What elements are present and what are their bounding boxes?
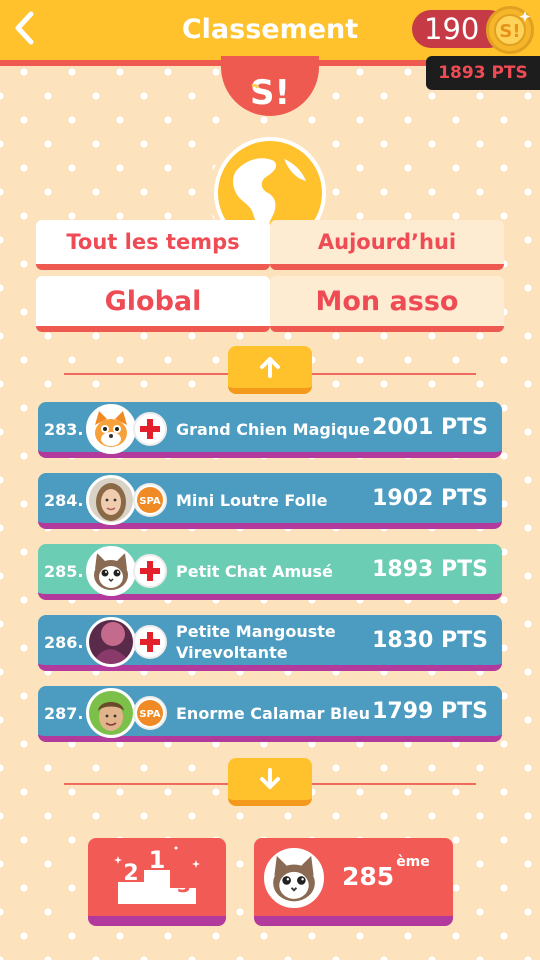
svg-text:S!: S! <box>250 73 290 113</box>
ranking-row-current-user[interactable]: 285. Petit Chat Amusé 1893 PTS <box>38 544 502 600</box>
player-points: 1902 PTS <box>372 486 488 511</box>
my-avatar <box>264 848 324 908</box>
points-badge: 1893 PTS <box>426 56 540 90</box>
app-logo: S! <box>221 56 319 116</box>
ranking-row[interactable]: 287. SPA Enorme Calamar Bleu 1799 PTS <box>38 686 502 742</box>
tab-global[interactable]: Global <box>36 276 270 332</box>
ranking-row[interactable]: 286. Petite Mangouste Virevoltante 1830 … <box>38 615 502 671</box>
my-rank-value: 285 <box>342 862 395 891</box>
rank-number: 287. <box>44 704 84 723</box>
photo-boy-avatar <box>86 688 136 738</box>
podium-number-1: 1 <box>149 846 166 874</box>
player-points: 1799 PTS <box>372 699 488 724</box>
rank-number: 286. <box>44 633 84 652</box>
cat-icon <box>273 855 315 902</box>
photo-purple-avatar <box>86 617 136 667</box>
ranking-row[interactable]: 283. Grand Chien Magique 2001 PTS <box>38 402 502 458</box>
logo-icon: S! <box>250 73 290 113</box>
player-name-line1: Petite Mangouste <box>176 622 336 641</box>
my-rank-label: 285ème <box>342 854 430 891</box>
coin-icon: S! <box>486 6 534 54</box>
player-points: 2001 PTS <box>372 415 488 440</box>
scroll-up-button[interactable] <box>228 346 312 394</box>
cat-avatar <box>86 546 136 596</box>
svg-text:SPA: SPA <box>139 709 161 720</box>
player-name: Petit Chat Amusé <box>176 562 333 581</box>
spa-logo-icon: SPA <box>133 483 167 517</box>
arrow-down-icon <box>260 768 280 789</box>
red-cross-icon <box>133 625 167 659</box>
svg-text:S!: S! <box>499 21 520 42</box>
my-rank-button[interactable]: 285ème <box>254 838 453 926</box>
podium-button[interactable]: 2 1 3 <box>88 838 226 926</box>
tab-today[interactable]: Aujourd’hui <box>270 220 504 270</box>
red-cross-icon <box>133 412 167 446</box>
player-name: Petite Mangouste Virevoltante <box>176 621 376 663</box>
fox-avatar <box>86 404 136 454</box>
tab-my-asso[interactable]: Mon asso <box>270 276 504 332</box>
podium-number-3: 3 <box>177 873 191 897</box>
player-name-line2: Virevoltante <box>176 643 288 662</box>
tab-all-time[interactable]: Tout les temps <box>36 220 270 270</box>
red-cross-icon <box>133 554 167 588</box>
ranking-row[interactable]: 284. SPA Mini Loutre Folle 1902 PTS <box>38 473 502 529</box>
spa-logo-icon: SPA <box>133 696 167 730</box>
player-name: Grand Chien Magique <box>176 420 371 439</box>
svg-text:SPA: SPA <box>139 496 161 507</box>
photo-woman-avatar <box>86 475 136 525</box>
scroll-down-button[interactable] <box>228 758 312 806</box>
arrow-up-icon <box>260 357 280 378</box>
rank-number: 284. <box>44 491 84 510</box>
rank-number: 283. <box>44 420 84 439</box>
podium-number-2: 2 <box>123 861 138 886</box>
player-points: 1893 PTS <box>372 557 488 582</box>
my-rank-suffix: ème <box>396 853 430 870</box>
player-name: Mini Loutre Folle <box>176 491 328 510</box>
podium-icon: 2 1 3 <box>114 846 200 904</box>
player-name: Enorme Calamar Bleu <box>176 704 370 723</box>
player-points: 1830 PTS <box>372 628 488 653</box>
rank-number: 285. <box>44 562 84 581</box>
